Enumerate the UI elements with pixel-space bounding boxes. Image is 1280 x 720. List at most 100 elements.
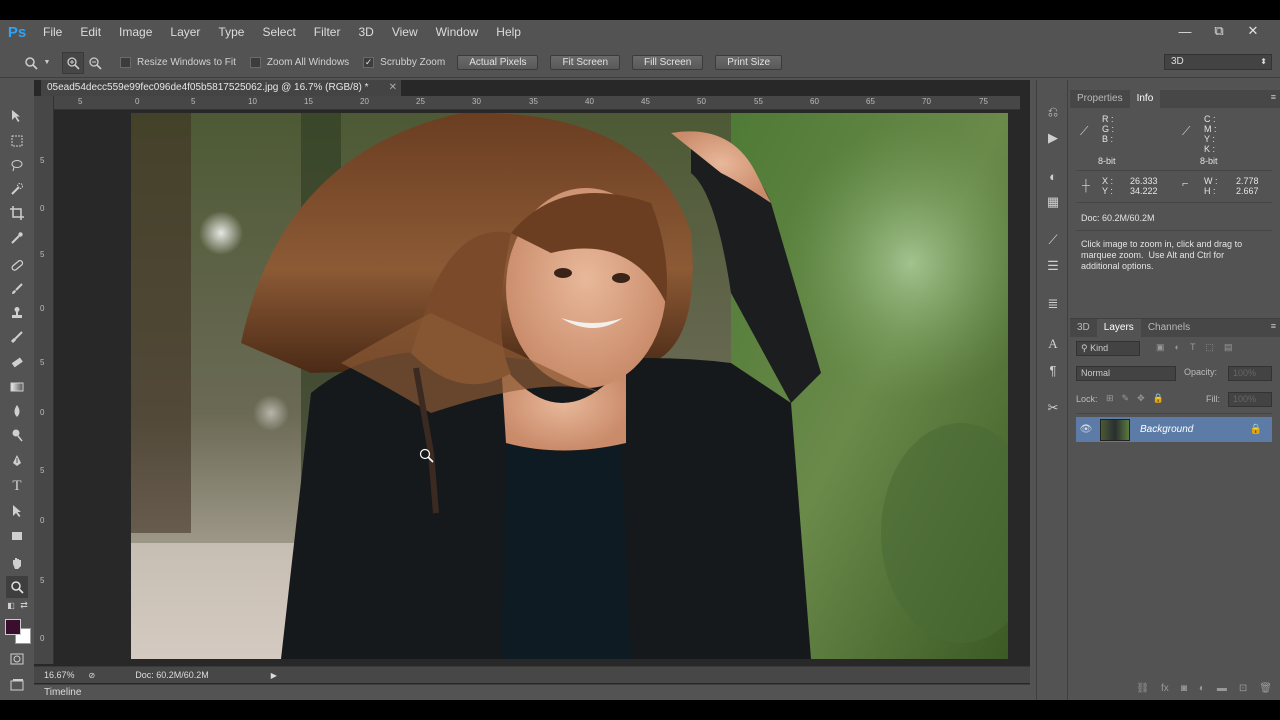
layer-filter-icons[interactable]: ▣◐T⬚▤ (1156, 342, 1242, 353)
layer-name[interactable]: Background (1140, 424, 1193, 435)
hand-tool-icon[interactable] (6, 552, 28, 574)
tab-channels[interactable]: Channels (1141, 319, 1197, 337)
document-tab[interactable]: 05ead54decc559e99fec096de4f05b5817525062… (41, 80, 401, 96)
zoom-level[interactable]: 16.67% (44, 670, 75, 680)
fit-screen-button[interactable]: Fit Screen (550, 55, 621, 70)
link-layers-icon[interactable]: ⛓ (1136, 683, 1149, 697)
swap-colors-icon[interactable]: ⇄ (18, 600, 30, 610)
lock-icons[interactable]: ⊞✎✥🔒 (1106, 393, 1172, 404)
type-tool-icon[interactable]: T (6, 475, 28, 497)
menu-help[interactable]: Help (487, 20, 530, 45)
layer-filter-kind[interactable]: ⚲ Kind (1076, 341, 1140, 356)
tab-info[interactable]: Info (1129, 90, 1161, 108)
new-layer-icon[interactable]: ⊡ (1239, 683, 1247, 697)
menu-select[interactable]: Select (253, 20, 304, 45)
pen-tool-icon[interactable] (6, 450, 28, 472)
menu-view[interactable]: View (383, 20, 427, 45)
image-canvas[interactable] (131, 113, 1008, 659)
divider (1076, 230, 1272, 231)
menu-image[interactable]: Image (110, 20, 161, 45)
clone-stamp-tool-icon[interactable] (6, 302, 28, 324)
move-tool-icon[interactable] (6, 105, 28, 127)
close-button[interactable]: ✕ (1236, 23, 1270, 39)
zoom-out-icon[interactable] (84, 52, 106, 74)
eyedropper-tool-icon[interactable] (6, 227, 28, 249)
foreground-color-swatch[interactable] (5, 619, 21, 635)
tab-3d[interactable]: 3D (1070, 319, 1097, 337)
tool-presets-icon[interactable]: ✂ (1043, 398, 1063, 418)
fill-input[interactable]: 100% (1228, 392, 1272, 407)
timeline-panel[interactable]: Timeline (34, 684, 1030, 700)
quick-mask-icon[interactable] (6, 648, 28, 670)
adjustment-layer-icon[interactable]: ◐ (1199, 683, 1205, 697)
color-panel-icon[interactable]: ◐ (1043, 166, 1063, 186)
add-mask-icon[interactable]: ◙ (1181, 683, 1187, 697)
vertical-ruler[interactable]: 5 0 5 0 5 0 5 0 5 0 (34, 96, 54, 664)
layer-thumbnail (1100, 418, 1130, 441)
menu-filter[interactable]: Filter (305, 20, 350, 45)
dodge-tool-icon[interactable] (6, 424, 28, 446)
blur-tool-icon[interactable] (6, 400, 28, 422)
healing-brush-tool-icon[interactable] (6, 254, 28, 276)
menu-edit[interactable]: Edit (71, 20, 110, 45)
trash-icon[interactable]: 🗑 (1259, 683, 1272, 697)
close-tab-icon[interactable]: ✕ (389, 80, 397, 96)
path-selection-tool-icon[interactable] (6, 500, 28, 522)
panel-menu-icon[interactable]: ≡ (1271, 92, 1276, 102)
info-panel-tabs: Properties Info ≡ (1070, 90, 1280, 108)
layer-row-background[interactable]: 👁 Background 🔒 (1076, 417, 1272, 442)
menu-window[interactable]: Window (427, 20, 488, 45)
zoom-tool-preset-icon[interactable] (20, 52, 42, 74)
restore-button[interactable]: ⧉ (1202, 23, 1236, 39)
print-size-button[interactable]: Print Size (715, 55, 783, 70)
checkbox-box (120, 57, 131, 68)
quick-selection-tool-icon[interactable] (6, 178, 28, 200)
menu-3d[interactable]: 3D (349, 20, 382, 45)
brush-panel-icon[interactable]: ⟋ (1043, 230, 1063, 250)
lasso-tool-icon[interactable] (6, 154, 28, 176)
default-colors-icon[interactable]: ◧ (4, 600, 18, 610)
minimize-button[interactable]: — (1168, 24, 1202, 39)
chevron-down-icon[interactable]: ▼ (42, 52, 52, 74)
ruler-label: 0 (40, 516, 45, 525)
actual-pixels-button[interactable]: Actual Pixels (457, 55, 539, 70)
history-brush-tool-icon[interactable] (6, 326, 28, 348)
zoom-tool-icon[interactable] (6, 576, 28, 598)
panel-menu-icon[interactable]: ≡ (1271, 321, 1276, 331)
scrubby-zoom-checkbox[interactable]: ✓ Scrubby Zoom (363, 57, 445, 68)
character-panel-icon[interactable]: A (1043, 334, 1063, 354)
tab-properties[interactable]: Properties (1070, 90, 1130, 108)
brush-tool-icon[interactable] (6, 278, 28, 300)
gradient-tool-icon[interactable] (6, 376, 28, 398)
resize-windows-checkbox[interactable]: Resize Windows to Fit (120, 57, 236, 68)
fx-icon[interactable]: fx (1161, 683, 1169, 697)
horizontal-ruler[interactable]: 5 0 5 10 15 20 25 30 35 40 45 50 55 60 6… (54, 96, 1020, 110)
status-info-icon[interactable]: ⊘ (89, 671, 96, 680)
new-group-icon[interactable]: ▬ (1217, 683, 1227, 697)
opacity-input[interactable]: 100% (1228, 366, 1272, 381)
adjustments-panel-icon[interactable]: ☰ (1043, 256, 1063, 276)
workspace-select[interactable]: 3D ⬍ (1164, 54, 1272, 70)
menu-type[interactable]: Type (209, 20, 253, 45)
rectangle-tool-icon[interactable] (6, 525, 28, 547)
actions-panel-icon[interactable]: ▶ (1043, 128, 1063, 148)
search-icon: ⚲ (1081, 343, 1091, 353)
status-menu-arrow-icon[interactable]: ▶ (271, 671, 277, 680)
swatches-panel-icon[interactable]: ▦ (1043, 192, 1063, 212)
marquee-tool-icon[interactable] (6, 130, 28, 152)
options-bar: ▼ Resize Windows to Fit Zoom All Windows… (0, 48, 1280, 78)
menu-layer[interactable]: Layer (161, 20, 209, 45)
tab-layers[interactable]: Layers (1096, 319, 1141, 337)
history-panel-icon[interactable]: ⎌ (1043, 102, 1063, 122)
eraser-tool-icon[interactable] (6, 351, 28, 373)
zoom-all-windows-checkbox[interactable]: Zoom All Windows (249, 57, 349, 68)
zoom-in-icon[interactable] (62, 51, 84, 74)
eye-visibility-icon[interactable]: 👁 (1076, 424, 1096, 435)
fill-screen-button[interactable]: Fill Screen (632, 55, 704, 70)
menu-file[interactable]: File (34, 20, 71, 45)
screen-mode-icon[interactable] (6, 674, 28, 696)
blend-mode-select[interactable]: Normal (1076, 366, 1176, 381)
paragraph-styles-icon[interactable]: ≣ (1043, 294, 1063, 314)
crop-tool-icon[interactable] (6, 202, 28, 224)
paragraph-panel-icon[interactable]: ¶ (1043, 360, 1063, 380)
